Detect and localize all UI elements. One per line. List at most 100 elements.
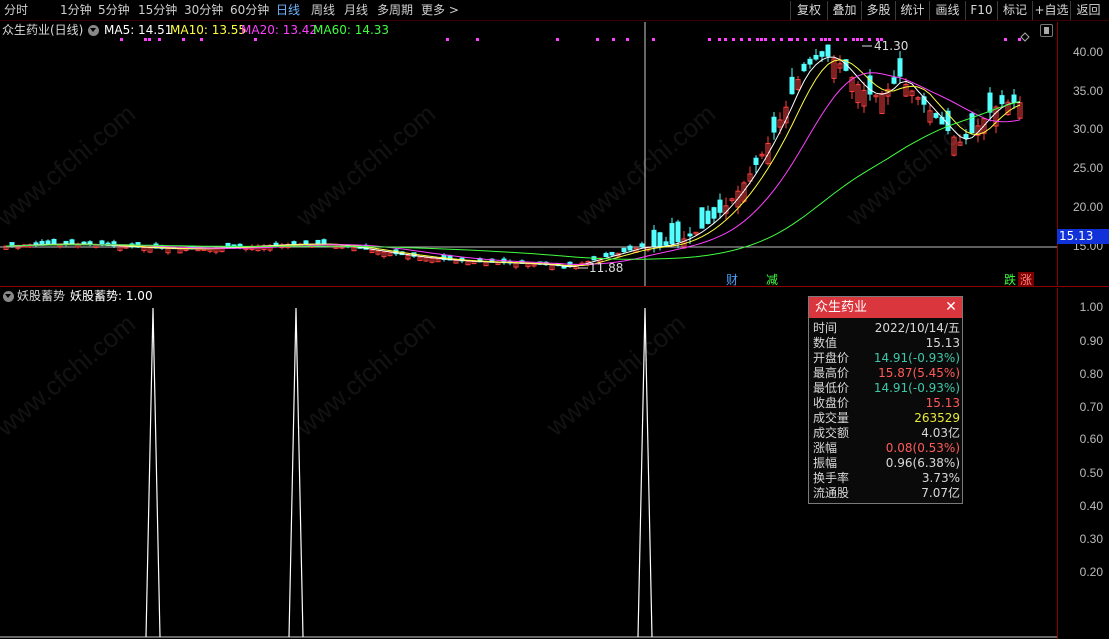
- signal-dot: [144, 38, 147, 41]
- candle-body: [789, 76, 795, 95]
- candle-body: [825, 44, 831, 57]
- popup-row-value: 7.07亿: [921, 486, 960, 500]
- candle-body: [933, 112, 939, 118]
- period-tab-5min[interactable]: 5分钟: [98, 2, 130, 19]
- candle-body: [771, 116, 777, 133]
- fuquan-button[interactable]: 复权: [790, 1, 827, 20]
- back-button[interactable]: 返回: [1070, 1, 1106, 20]
- signal-dot: [836, 38, 839, 41]
- popup-row: 最高价 15.87(5.45%): [809, 366, 964, 381]
- period-tab-more[interactable]: 更多 >: [421, 2, 459, 19]
- signal-dot: [652, 38, 655, 41]
- dropdown-circle-icon[interactable]: [88, 25, 99, 36]
- indicator-tick: 0.80: [1079, 367, 1103, 381]
- candle-body: [675, 221, 681, 242]
- candle-body: [639, 243, 645, 248]
- candle-body: [45, 240, 51, 245]
- popup-row: 收盘价 15.13: [809, 396, 964, 411]
- period-tab-multi[interactable]: 多周期: [377, 2, 413, 19]
- period-tab-daily[interactable]: 日线: [276, 2, 300, 19]
- popup-row-value: 15.13: [925, 396, 960, 410]
- price-tick: 20.00: [1072, 200, 1103, 214]
- popup-row-key: 流通股: [813, 486, 850, 500]
- popup-row-key: 成交量: [813, 411, 850, 425]
- popup-row: 数值 15.13: [809, 336, 964, 351]
- candle-body: [753, 157, 759, 165]
- add-watchlist-button[interactable]: +自选: [1032, 1, 1070, 20]
- signal-dot: [148, 38, 151, 41]
- indicator-tick: 1.00: [1079, 300, 1103, 314]
- signal-dot: [856, 38, 859, 41]
- popup-row-value: 4.03亿: [921, 426, 960, 440]
- period-tab-15min[interactable]: 15分钟: [138, 2, 177, 19]
- scroll-up-icon[interactable]: [1040, 24, 1053, 37]
- period-tab-weekly[interactable]: 周线: [311, 2, 335, 19]
- candle-body: [51, 238, 57, 245]
- period-tab-1min[interactable]: 1分钟: [60, 2, 92, 19]
- close-icon[interactable]: ✕: [944, 297, 958, 318]
- period-tab-60min[interactable]: 60分钟: [230, 2, 269, 19]
- popup-row: 成交量 263529: [809, 411, 964, 426]
- candle-body: [321, 239, 327, 245]
- popup-row-key: 成交额: [813, 426, 850, 440]
- ma20-line: [5, 72, 1021, 265]
- signal-dot: [780, 38, 783, 41]
- signal-dot: [844, 38, 847, 41]
- indicator-tick: 0.70: [1079, 400, 1103, 414]
- mark-button[interactable]: 标记: [997, 1, 1032, 20]
- candle-body: [807, 58, 813, 65]
- candle-body: [813, 54, 819, 60]
- popup-row: 涨幅 0.08(0.53%): [809, 441, 964, 456]
- popup-row: 时间 2022/10/14/五: [809, 321, 964, 336]
- signal-dot: [718, 38, 721, 41]
- low-price-label: 11.88: [589, 261, 623, 275]
- popup-row: 换手率 3.73%: [809, 471, 964, 486]
- signal-dot: [796, 38, 799, 41]
- candle-body: [699, 207, 705, 229]
- candle-body: [819, 51, 825, 57]
- period-tab-fenshi[interactable]: 分时: [4, 2, 28, 19]
- popup-row-value: 14.91(-0.93%): [873, 381, 960, 395]
- signal-dot: [182, 38, 185, 41]
- indicator-dropdown-icon[interactable]: [3, 291, 14, 302]
- signal-dot: [760, 38, 763, 41]
- candle-body: [657, 232, 663, 247]
- popup-row-value: 0.96(6.38%): [885, 456, 960, 470]
- popup-row-key: 最低价: [813, 381, 850, 395]
- signal-dot: [812, 38, 815, 41]
- candle-body: [291, 241, 297, 245]
- indicator-tick: 0.90: [1079, 334, 1103, 348]
- price-tick: 35.00: [1072, 84, 1103, 98]
- candle-body: [651, 229, 657, 248]
- indicator-value: 妖股蓄势: 1.00: [70, 289, 153, 303]
- ma60-label: MA60: 14.33: [313, 23, 390, 37]
- popup-row-value: 14.91(-0.93%): [873, 351, 960, 365]
- popup-row-key: 换手率: [813, 471, 850, 485]
- popup-row-key: 最高价: [813, 366, 850, 380]
- popup-row: 开盘价 14.91(-0.93%): [809, 351, 964, 366]
- signal-dot: [556, 38, 559, 41]
- kline-chart[interactable]: 41.30 11.88 财 减 跌涨: [0, 22, 1057, 286]
- popup-title-text: 众生药业: [815, 300, 868, 315]
- overlay-button[interactable]: 叠加: [827, 1, 861, 20]
- ma5-label: MA5: 14.51: [104, 23, 173, 37]
- signal-dot: [724, 38, 727, 41]
- candle-body: [9, 242, 15, 247]
- multi-stock-button[interactable]: 多股: [861, 1, 895, 20]
- candle-body: [315, 239, 321, 245]
- popup-row: 流通股 7.07亿: [809, 486, 964, 501]
- popup-row: 成交额 4.03亿: [809, 426, 964, 441]
- signal-dot: [200, 38, 203, 41]
- period-tab-monthly[interactable]: 月线: [344, 2, 368, 19]
- period-tab-30min[interactable]: 30分钟: [184, 2, 223, 19]
- stats-button[interactable]: 统计: [895, 1, 929, 20]
- signal-dot: [1004, 38, 1007, 41]
- draw-line-button[interactable]: 画线: [929, 1, 965, 20]
- f10-button[interactable]: F10: [965, 1, 997, 20]
- high-price-label: 41.30: [874, 39, 908, 53]
- popup-row-value: 3.73%: [921, 471, 960, 485]
- quote-info-popup: 众生药业 ✕ 时间 2022/10/14/五 数值 15.13 开盘价 14.91(-0.…: [808, 296, 963, 504]
- candle-body: [687, 233, 693, 237]
- popup-row-key: 数值: [813, 336, 838, 350]
- signal-dot: [596, 38, 599, 41]
